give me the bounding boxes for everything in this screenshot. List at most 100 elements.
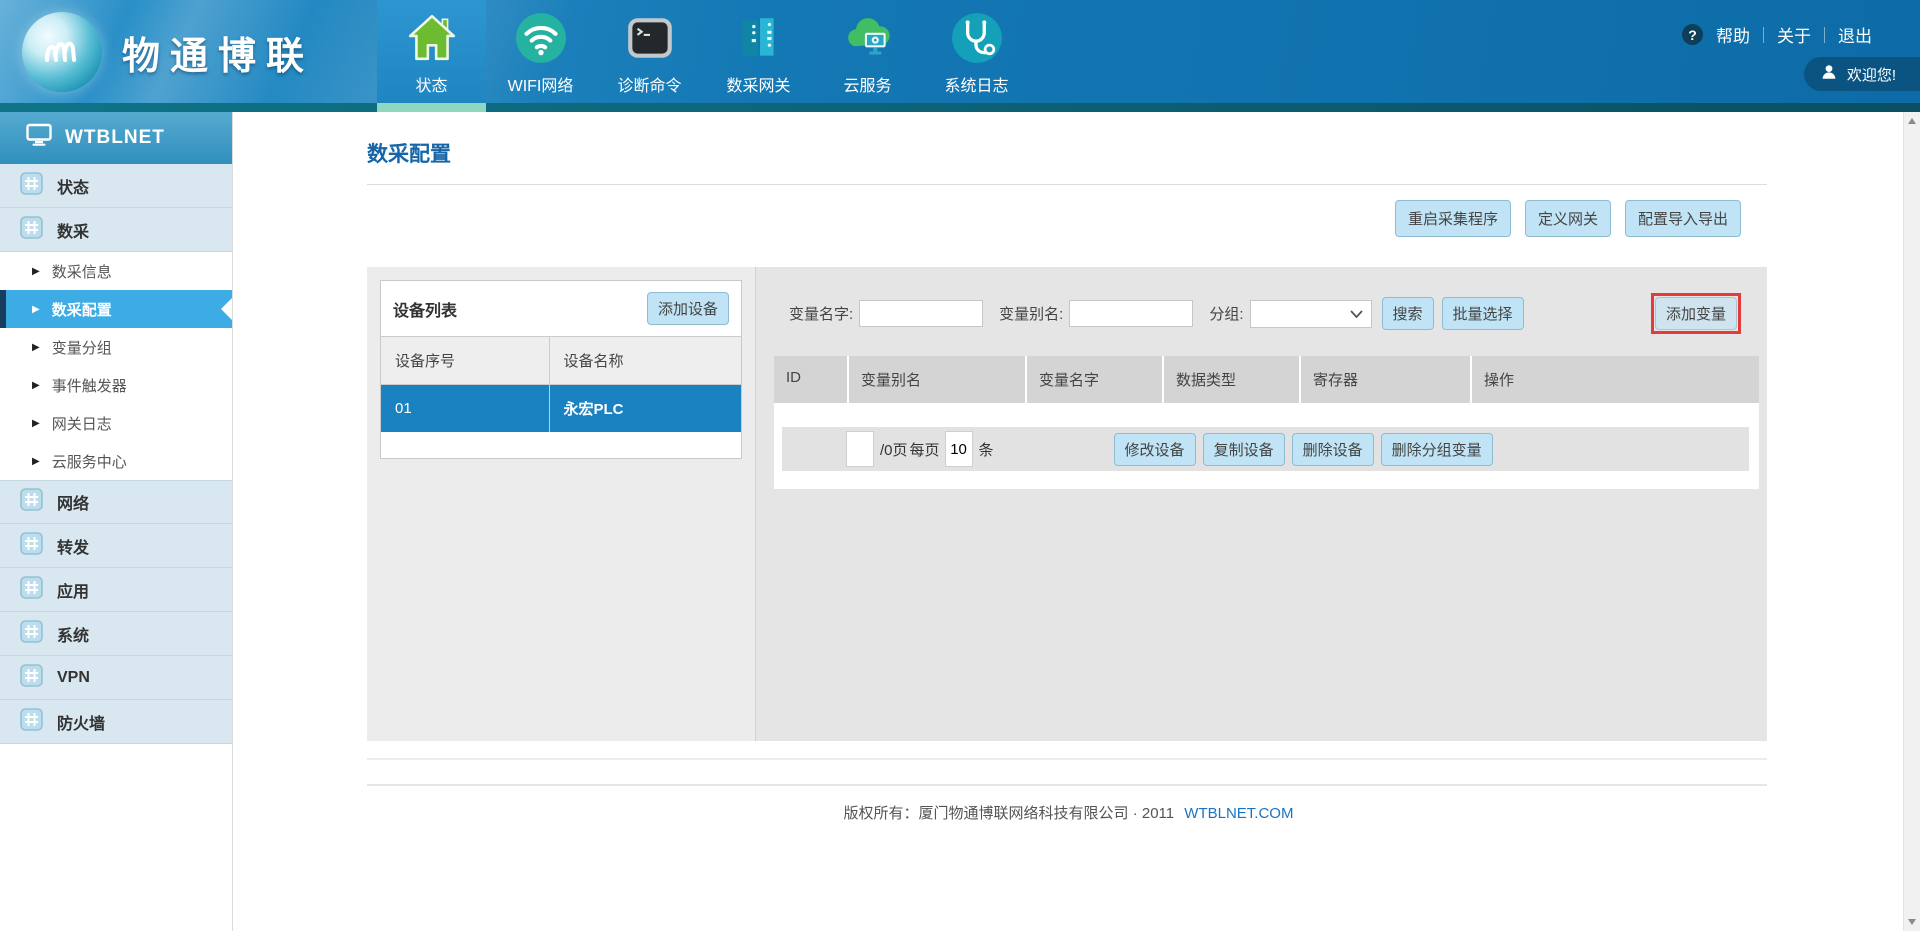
sidebar-item-vpn[interactable]: VPN [0,656,232,700]
per-page-unit: 条 [979,439,994,460]
home-icon [405,11,459,65]
nav-tab-label: 状态 [415,72,447,96]
highlight-red-box: 添加变量 [1651,293,1741,334]
chevron-down-icon [1350,305,1363,322]
variable-name-label: 变量名字: [789,303,853,324]
caret-right-icon: ▶ [32,304,40,315]
sidebar-item-firewall[interactable]: 防火墙 [0,700,232,744]
caret-right-icon: ▶ [32,266,40,277]
user-menu[interactable]: 欢迎您! [1804,57,1920,91]
top-nav: 状态 WIFI网络 诊断命令 数采网关 [377,0,1031,103]
footer-link[interactable]: WTBLNET.COM [1184,805,1293,822]
sidebar-item-application[interactable]: 应用 [0,568,232,612]
sidebar-item-daq-config[interactable]: ▶ 数采配置 [0,290,232,328]
col-name: 变量名字 [1027,356,1164,403]
sidebar-item-system[interactable]: 系统 [0,612,232,656]
sidebar-item-variable-groups[interactable]: ▶ 变量分组 [0,328,232,366]
col-register: 寄存器 [1301,356,1472,403]
device-table-header-row: 设备序号 设备名称 [381,337,741,385]
sidebar-item-data-acquisition[interactable]: 数采 [0,208,232,252]
device-list-panel: 设备列表 添加设备 设备序号 设备名称 01 [380,280,742,459]
pagination-bar: /0页 每页 条 修改设备 复制设备 删除设备 删除分组变量 [782,427,1749,471]
stethoscope-icon [950,11,1004,65]
variable-name-input[interactable] [859,300,983,327]
gateway-icon [732,11,786,65]
grid-icon [20,532,43,560]
sidebar-item-label: 网关日志 [52,413,112,434]
row-action-buttons: 修改设备 复制设备 删除设备 删除分组变量 [1114,433,1493,466]
sidebar-item-label: 数采配置 [52,299,112,320]
modify-device-button[interactable]: 修改设备 [1114,433,1196,466]
col-datatype: 数据类型 [1164,356,1301,403]
welcome-text: 欢迎您! [1847,64,1896,85]
caret-right-icon: ▶ [32,342,40,353]
device-serial-cell: 01 [381,385,549,433]
sidebar-item-gateway-log[interactable]: ▶ 网关日志 [0,404,232,442]
sidebar-item-event-trigger[interactable]: ▶ 事件触发器 [0,366,232,404]
define-gateway-button[interactable]: 定义网关 [1525,200,1611,237]
sidebar-item-forwarding[interactable]: 转发 [0,524,232,568]
delete-group-vars-button[interactable]: 删除分组变量 [1381,433,1493,466]
device-row-selected[interactable]: 01 永宏PLC [381,385,741,433]
sidebar-item-label: VPN [57,669,90,687]
nav-tab-label: 系统日志 [944,72,1008,96]
sidebar-item-label: 转发 [57,534,89,558]
vertical-scrollbar[interactable] [1903,112,1920,931]
group-label: 分组: [1209,303,1243,324]
delete-device-button[interactable]: 删除设备 [1292,433,1374,466]
about-link[interactable]: 关于 [1777,22,1811,47]
nav-tab-gateway[interactable]: 数采网关 [704,0,813,103]
filter-bar: 变量名字: 变量别名: 分组: 搜索 批量选择 添加变量 [756,267,1767,334]
nav-tab-label: WIFI网络 [508,72,574,96]
wifi-icon [514,11,568,65]
caret-right-icon: ▶ [32,456,40,467]
nav-tab-cloud[interactable]: 云服务 [813,0,922,103]
sidebar-item-status[interactable]: 状态 [0,164,232,208]
header-bottom-strip [0,103,1920,112]
nav-tab-wifi[interactable]: WIFI网络 [486,0,595,103]
footer: 版权所有：厦门物通博联网络科技有限公司 · 2011 WTBLNET.COM [234,802,1903,823]
search-button[interactable]: 搜索 [1382,297,1434,330]
scroll-up-icon[interactable] [1908,118,1916,124]
grid-icon [20,172,43,200]
scroll-down-icon[interactable] [1908,919,1916,925]
sidebar-item-label: 事件触发器 [52,375,127,396]
sidebar-item-label: 防火墙 [57,710,105,734]
sidebar-item-cloud-center[interactable]: ▶ 云服务中心 [0,442,232,480]
copyright-text: 版权所有：厦门物通博联网络科技有限公司 · 2011 [844,805,1175,822]
variable-alias-input[interactable] [1069,300,1193,327]
logout-link[interactable]: 退出 [1838,22,1872,47]
add-variable-button[interactable]: 添加变量 [1655,297,1737,330]
page-number-input[interactable] [846,431,874,467]
nav-tab-status[interactable]: 状态 [377,0,486,103]
nav-tab-label: 诊断命令 [617,72,681,96]
nav-tab-diagnostics[interactable]: 诊断命令 [595,0,704,103]
sidebar-item-label: 系统 [57,622,89,646]
divider [367,758,1767,760]
sidebar: WTBLNET 状态 数采 ▶ 数采信息 ▶ 数采配置 ▶ 变量分组 ▶ 事件触… [0,112,233,931]
device-name-header: 设备名称 [549,337,741,385]
grid-icon [20,620,43,648]
restart-collector-button[interactable]: 重启采集程序 [1395,200,1511,237]
sidebar-item-network[interactable]: 网络 [0,480,232,524]
add-device-button[interactable]: 添加设备 [647,292,729,325]
grid-icon [20,708,43,736]
per-page-input[interactable] [945,431,973,467]
sidebar-item-daq-info[interactable]: ▶ 数采信息 [0,252,232,290]
config-import-export-button[interactable]: 配置导入导出 [1625,200,1741,237]
device-panel-area: 设备列表 添加设备 设备序号 设备名称 01 [367,267,756,741]
group-select[interactable] [1250,300,1372,328]
variable-table-header: ID 变量别名 变量名字 数据类型 寄存器 操作 [774,356,1759,403]
cloud-icon [841,11,895,65]
header-links: ? 帮助 关于 退出 [1682,22,1872,47]
copy-device-button[interactable]: 复制设备 [1203,433,1285,466]
divider [367,784,1767,786]
globe-logo-icon [22,12,102,92]
caret-right-icon: ▶ [32,418,40,429]
help-link[interactable]: 帮助 [1716,22,1750,47]
top-header: 物通博联 状态 WIFI网络 诊断命令 [0,0,1920,112]
nav-tab-syslog[interactable]: 系统日志 [922,0,1031,103]
page-root: 物通博联 状态 WIFI网络 诊断命令 [0,0,1920,931]
main-content: 数采配置 重启采集程序 定义网关 配置导入导出 设备列表 添加设备 设 [234,112,1903,931]
batch-select-button[interactable]: 批量选择 [1442,297,1524,330]
